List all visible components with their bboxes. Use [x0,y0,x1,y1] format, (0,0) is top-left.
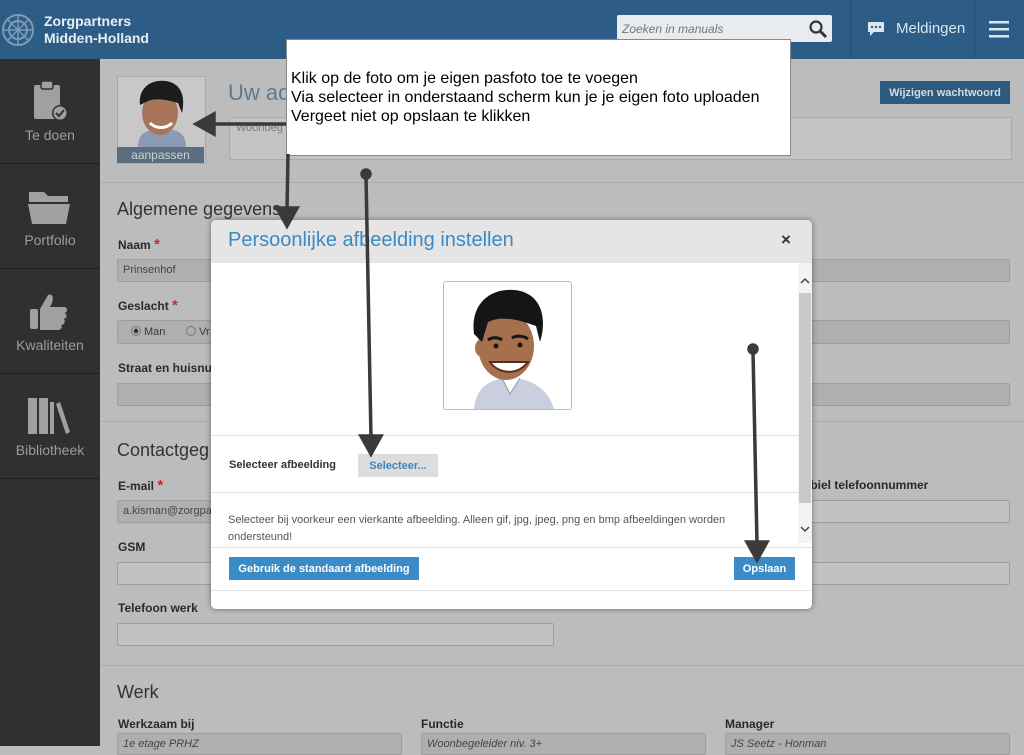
divider [100,182,1024,183]
section-heading-contact: Contactgeg [117,440,210,460]
divider [211,590,812,591]
sidebar-item-portfolio[interactable]: Portfolio [0,164,100,269]
required-star: * [157,477,164,494]
logo-icon [2,14,34,46]
dialog-header: Persoonlijke afbeelding instellen × [211,220,812,263]
radio-label: Man [144,326,166,338]
image-preview [443,281,572,410]
thumbs-up-icon [30,294,67,330]
avatar-icon [473,289,554,409]
callout-line: Vergeet niet op opslaan te klikken [291,108,531,125]
close-icon[interactable]: × [781,230,791,250]
sidebar-item-label: Kwaliteiten [16,337,84,353]
email-value: a.kisman@zorgpa [123,505,212,517]
use-default-image-button[interactable]: Gebruik de standaard afbeelding [229,557,419,580]
gsm-label: GSM [118,540,146,554]
function-label: Functie [421,717,464,731]
search-input[interactable] [617,15,807,42]
divider [974,0,975,59]
name-label-text: Naam [118,238,151,252]
radio-label: Vr [199,326,210,338]
search-icon[interactable] [808,19,828,39]
work-phone-label: Telefoon werk [118,601,198,615]
avatar-icon [138,80,186,147]
save-button[interactable]: Opslaan [734,557,795,580]
sidebar-item-bibliotheek[interactable]: Bibliotheek [0,374,100,479]
folder-icon [28,192,70,224]
brand-region: Midden-Holland [44,30,149,46]
divider [211,492,798,493]
divider [211,547,812,548]
chevron-down-icon[interactable] [800,525,810,533]
sidebar-item-label: Bibliotheek [15,442,85,458]
notifications-button[interactable]: Meldingen [866,18,966,42]
change-password-button[interactable]: Wijzigen wachtwoord [880,81,1010,104]
gender-label-text: Geslacht [118,299,169,313]
employer-label: Werkzaam bij [118,717,195,731]
divider [850,0,851,59]
manager-field[interactable]: JS Seetz - Honman [725,733,1010,755]
help-text: Selecteer bij voorkeur een vierkante afb… [228,514,726,543]
clipboard-check-icon [34,80,68,121]
gender-radio-vrouw[interactable]: Vr [186,326,210,338]
employer-field[interactable]: 1e etage PRHZ [117,733,402,755]
profile-image-dialog: Persoonlijke afbeelding instellen × Sele… [211,220,812,609]
sidebar-item-kwaliteiten[interactable]: Kwaliteiten [0,269,100,374]
page-title: Uw ac [228,80,290,105]
email-field[interactable]: a.kisman@zorgpa [117,500,217,523]
brand-name: Zorgpartners [44,13,132,29]
section-heading-general: Algemene gegevens [117,199,282,219]
field-value: Woonbeg [236,122,283,134]
hamburger-menu-icon[interactable] [987,17,1011,41]
function-value: Woonbegeleider niv. 3+ [427,738,543,750]
chat-icon [868,22,884,36]
books-icon [28,398,70,434]
select-image-button[interactable]: Selecteer... [358,454,438,477]
adjust-photo-label[interactable]: aanpassen [117,147,204,163]
mobile-label: obiel telefoonnummer [803,478,929,492]
callout-line: Klik op de foto om je eigen pasfoto toe … [291,70,638,87]
name-label: Naam * [118,236,160,253]
scrollbar-thumb[interactable] [799,293,811,503]
name-value: Prinsenhof [123,264,176,276]
extra-field[interactable] [800,562,1010,585]
sidebar-item-te-doen[interactable]: Te doen [0,59,100,164]
radio-selected-icon [131,326,141,336]
divider [211,435,798,436]
gsm-field[interactable] [117,562,217,585]
divider [100,665,1024,666]
dialog-scrollbar[interactable] [798,263,812,543]
manager-value: JS Seetz - Honman [731,738,827,750]
required-star: * [154,236,160,253]
section-heading-work: Werk [117,682,159,702]
sidebar-item-label: Portfolio [24,232,76,248]
required-star: * [172,297,178,314]
manager-label: Manager [725,717,775,731]
dialog-title: Persoonlijke afbeelding instellen [228,229,514,251]
callout-line: Via selecteer in onderstaand scherm kun … [291,89,760,106]
gender-radio-man[interactable]: Man [131,326,165,338]
select-image-label: Selecteer afbeelding [229,459,336,471]
notifications-label: Meldingen [896,20,966,37]
employer-value: 1e etage PRHZ [123,738,199,750]
sidebar: Te doen Portfolio Kwaliteiten Bibliothee… [0,59,100,746]
radio-empty-icon [186,326,196,336]
street-label: Straat en huisnum [118,361,223,375]
email-label: E-mail * [118,477,163,494]
instruction-callout: Klik op de foto om je eigen pasfoto toe … [286,39,791,156]
chevron-up-icon[interactable] [800,277,810,285]
mobile-field[interactable] [800,500,1010,523]
search-box [617,15,832,42]
email-label-text: E-mail [118,479,155,493]
function-field[interactable]: Woonbegeleider niv. 3+ [421,733,706,755]
sidebar-item-label: Te doen [25,127,75,143]
work-phone-field[interactable] [117,623,554,646]
gender-label: Geslacht * [118,297,178,314]
